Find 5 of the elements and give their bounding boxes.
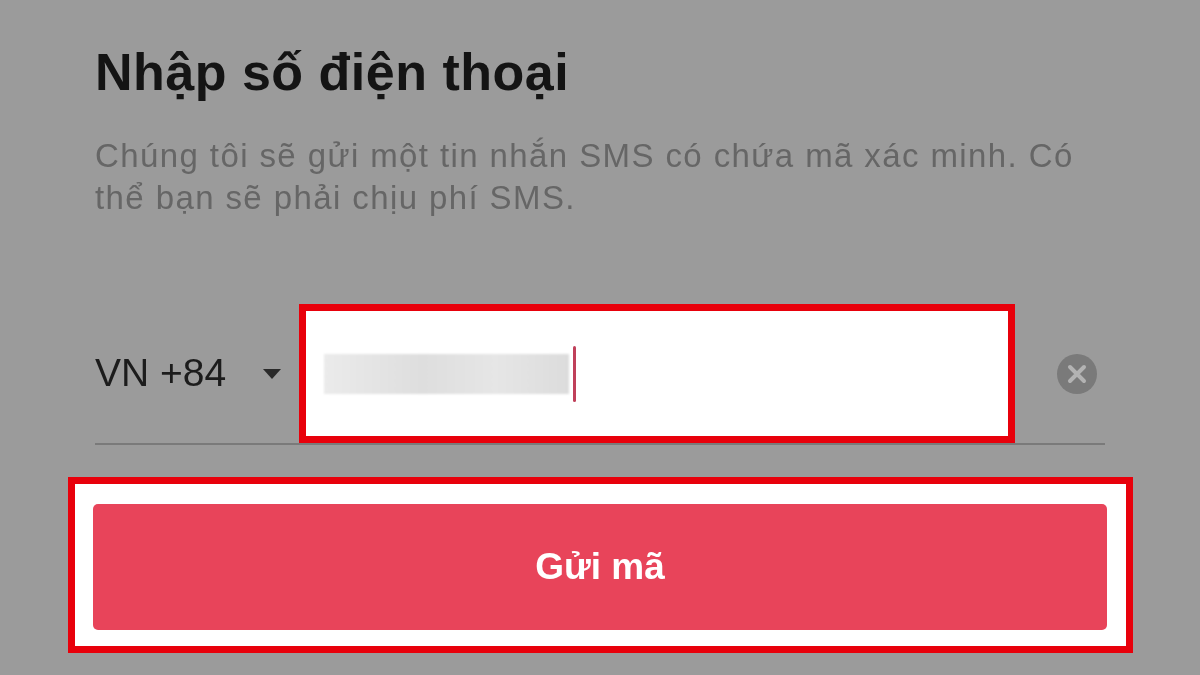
send-code-button[interactable]: Gửi mã <box>93 504 1107 631</box>
page-title: Nhập số điện thoại <box>95 42 570 103</box>
country-code-dropdown[interactable]: VN +84 <box>95 350 282 398</box>
clear-button[interactable] <box>1057 353 1098 394</box>
caret-icon <box>263 368 282 379</box>
